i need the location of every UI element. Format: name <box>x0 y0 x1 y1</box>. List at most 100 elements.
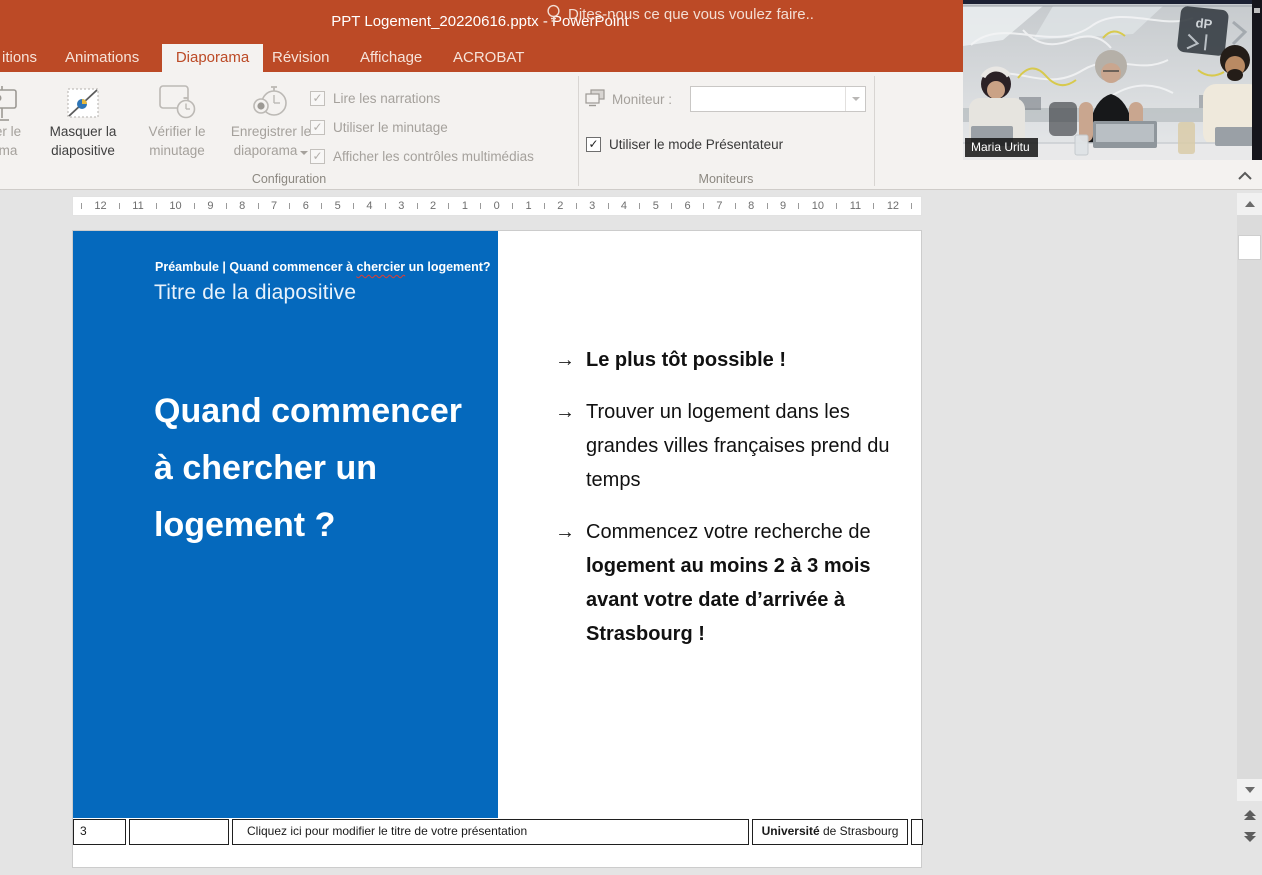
bullet-text: Trouver un logement dans les grandes vil… <box>586 395 915 497</box>
ruler-number: 9 <box>780 200 786 212</box>
ruler-number: 7 <box>716 200 722 212</box>
ruler-tick <box>417 203 418 209</box>
ruler-number: 12 <box>94 200 106 212</box>
previous-slide-icon[interactable] <box>1240 806 1260 824</box>
ruler-tick <box>798 203 799 209</box>
ruler-tick <box>156 203 157 209</box>
tell-me-label: Dites-nous ce que vous voulez faire.. <box>568 6 814 23</box>
ruler-number: 11 <box>850 200 861 212</box>
ruler-tick <box>911 203 912 209</box>
tab-revision[interactable]: Révision <box>272 44 330 72</box>
ruler-number: 7 <box>271 200 277 212</box>
ruler-tick <box>767 203 768 209</box>
tab-diaporama[interactable]: Diaporama <box>162 44 263 72</box>
arrow-bullet-icon: → <box>555 343 586 377</box>
hide-slide-icon <box>36 76 130 122</box>
lightbulb-icon <box>546 4 561 24</box>
scrollbar-thumb[interactable] <box>1238 235 1261 260</box>
vertical-scrollbar[interactable] <box>1237 193 1262 801</box>
ruler-number: 2 <box>430 200 436 212</box>
ruler-tick <box>258 203 259 209</box>
bullet-item[interactable]: →Trouver un logement dans les grandes vi… <box>555 395 915 497</box>
bullet-text: Commencez votre recherche de logement au… <box>586 515 915 651</box>
slide-subtitle-placeholder[interactable]: Titre de la diapositive <box>154 281 356 305</box>
ruler-number: 11 <box>132 200 143 212</box>
ruler-tick <box>544 203 545 209</box>
ruler-number: 4 <box>366 200 372 212</box>
horizontal-ruler[interactable]: 1211109876543210123456789101112 <box>72 196 922 216</box>
webcam-video-overlay[interactable]: dP <box>963 0 1262 160</box>
ruler-number: 8 <box>748 200 754 212</box>
ruler-tick <box>448 203 449 209</box>
ruler-tick <box>119 203 120 209</box>
slide-number-cell[interactable]: 3 <box>73 819 126 845</box>
chevron-down-icon <box>845 87 865 111</box>
ruler-tick <box>735 203 736 209</box>
checkbox-use-timings[interactable]: ✓ Utiliser le minutage <box>310 113 534 142</box>
ruler-number: 10 <box>169 200 181 212</box>
scroll-up-icon[interactable] <box>1237 193 1262 215</box>
slide-eyebrow-text[interactable]: Préambule | Quand commencer à chercier u… <box>155 260 491 274</box>
checkbox-checked-icon: ✓ <box>310 149 325 164</box>
tab-acrobat[interactable]: ACROBAT <box>453 44 524 72</box>
group-label-configuration: Configuration <box>0 172 578 186</box>
ruler-number: 5 <box>653 200 659 212</box>
arrow-bullet-icon: → <box>555 515 586 651</box>
ruler-tick <box>703 203 704 209</box>
checkbox-checked-icon: ✓ <box>310 120 325 135</box>
ruler-number: 1 <box>462 200 468 212</box>
checkbox-play-narrations[interactable]: ✓ Lire les narrations <box>310 84 534 113</box>
ruler-number: 10 <box>812 200 824 212</box>
checkbox-label: Afficher les contrôles multimédias <box>333 149 534 164</box>
ruler-tick <box>873 203 874 209</box>
next-slide-icon[interactable] <box>1240 828 1260 846</box>
scroll-down-icon[interactable] <box>1237 779 1262 801</box>
tab-animations[interactable]: Animations <box>65 44 139 72</box>
footer-organization-cell[interactable]: Université de Strasbourg <box>752 819 908 845</box>
ruler-tick <box>671 203 672 209</box>
ruler-number: 6 <box>685 200 691 212</box>
bullet-item[interactable]: →Commencez votre recherche de logement a… <box>555 515 915 651</box>
footer-end-cell <box>911 819 923 845</box>
monitor-icon <box>584 88 606 108</box>
tab-transitions-partial[interactable]: itions <box>2 44 37 72</box>
checkbox-checked-icon: ✓ <box>586 137 601 152</box>
ruler-number: 0 <box>494 200 500 212</box>
ruler-tick <box>608 203 609 209</box>
slide-heading[interactable]: Quand commencer à chercher un logement ? <box>154 383 514 554</box>
collapse-ribbon-chevron-icon[interactable] <box>1236 170 1256 184</box>
arrow-bullet-icon: → <box>555 395 586 497</box>
tell-me-box[interactable]: Dites-nous ce que vous voulez faire.. <box>546 0 814 28</box>
dropdown-caret-icon <box>300 151 308 155</box>
group-divider <box>874 76 875 186</box>
ruler-tick <box>194 203 195 209</box>
footer-empty-cell[interactable] <box>129 819 229 845</box>
checkbox-show-media-controls[interactable]: ✓ Afficher les contrôles multimédias <box>310 142 534 171</box>
record-slideshow-button[interactable]: Enregistrer le diaporama <box>222 76 320 180</box>
ruler-number: 6 <box>303 200 309 212</box>
checkbox-label: Lire les narrations <box>333 91 440 106</box>
group-label-monitors: Moniteurs <box>578 172 874 186</box>
tab-affichage[interactable]: Affichage <box>360 44 422 72</box>
slide-body-text[interactable]: →Le plus tôt possible !→Trouver un logem… <box>555 343 915 669</box>
checkbox-label: Utiliser le minutage <box>333 120 448 135</box>
ruler-tick <box>639 203 640 209</box>
bullet-item[interactable]: →Le plus tôt possible ! <box>555 343 915 377</box>
ruler-number: 3 <box>398 200 404 212</box>
footer-title-placeholder-cell[interactable]: Cliquez ici pour modifier le titre de vo… <box>232 819 749 845</box>
ruler-tick <box>480 203 481 209</box>
svg-text:dP: dP <box>1195 15 1213 32</box>
slide-canvas[interactable]: Préambule | Quand commencer à chercier u… <box>72 230 922 868</box>
monitor-dropdown[interactable] <box>690 86 866 112</box>
ruler-number: 12 <box>887 200 899 212</box>
ruler-tick <box>81 203 82 209</box>
rehearse-timings-button[interactable]: Vérifier le minutage <box>132 76 222 180</box>
checkbox-checked-icon: ✓ <box>310 91 325 106</box>
hide-slide-button[interactable]: Masquer la diapositive <box>36 76 130 180</box>
use-presenter-view-checkbox[interactable]: ✓ Utiliser le mode Présentateur <box>586 130 783 159</box>
ruler-tick <box>289 203 290 209</box>
ruler-number: 2 <box>557 200 563 212</box>
participant-name-tag: Maria Uritu <box>965 138 1038 157</box>
monitor-dropdown-value <box>691 87 845 111</box>
ruler-tick <box>576 203 577 209</box>
